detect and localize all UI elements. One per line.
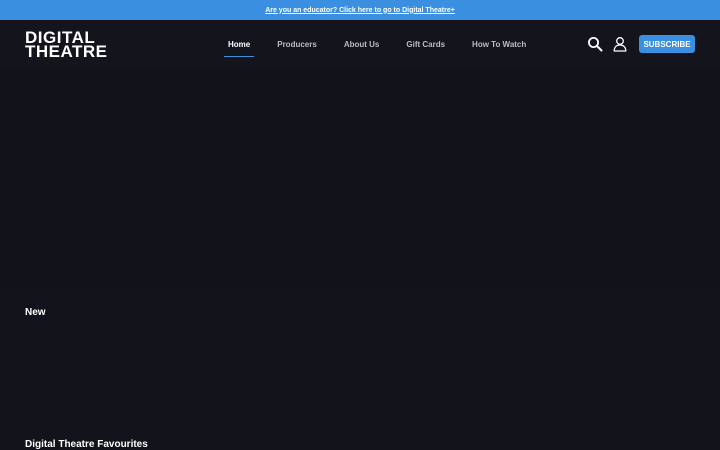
- nav-item-about-us[interactable]: About Us: [340, 34, 384, 55]
- new-carousel: [0, 325, 720, 430]
- digital-theatre-logo[interactable]: DIGITAL THEATRE: [25, 29, 108, 61]
- nav-item-label: How To Watch: [472, 39, 527, 49]
- active-nav-indicator: [224, 55, 255, 57]
- user-icon[interactable]: [612, 36, 628, 52]
- nav-item-producers[interactable]: Producers: [273, 34, 321, 55]
- educator-banner: Are you an educator? Click here to go to…: [0, 0, 720, 20]
- search-icon[interactable]: [587, 36, 603, 52]
- hero-area: [0, 68, 720, 288]
- nav-item-label: Gift Cards: [406, 39, 446, 49]
- site-header: DIGITAL THEATRE Home Producers About Us …: [0, 20, 720, 68]
- section-title-new: New: [25, 307, 46, 318]
- logo-line-2: THEATRE: [25, 42, 108, 61]
- nav-item-home[interactable]: Home: [224, 34, 255, 57]
- nav-item-how-to-watch[interactable]: How To Watch: [468, 34, 530, 55]
- nav-item-label: Home: [228, 39, 251, 49]
- subscribe-button[interactable]: SUBSCRIBE: [639, 35, 695, 53]
- main-nav: Home Producers About Us Gift Cards How T…: [224, 20, 549, 68]
- educator-link[interactable]: Are you an educator? Click here to go to…: [265, 7, 455, 14]
- nav-item-gift-cards[interactable]: Gift Cards: [402, 34, 449, 55]
- nav-item-label: About Us: [343, 39, 380, 49]
- section-title-favourites: Digital Theatre Favourites: [25, 439, 148, 450]
- nav-item-label: Producers: [277, 39, 317, 49]
